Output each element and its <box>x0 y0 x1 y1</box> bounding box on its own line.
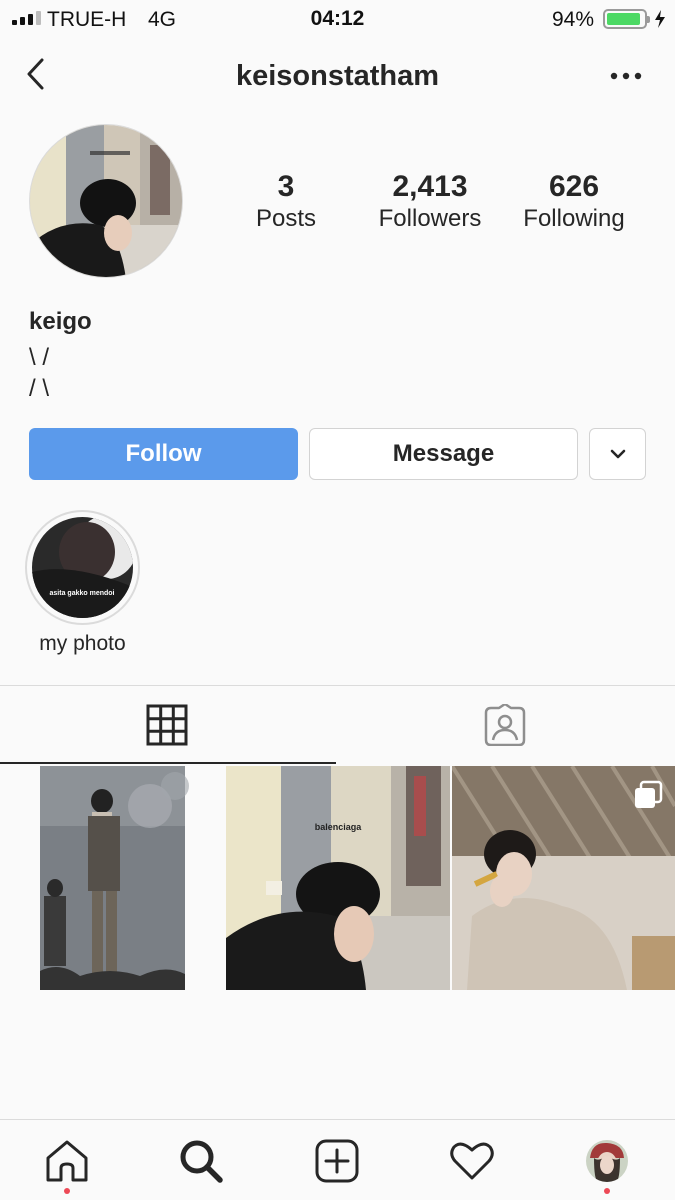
chevron-down-icon <box>610 449 625 459</box>
bolt-icon <box>655 10 665 28</box>
post-thumbnail[interactable]: balenciaga <box>226 766 450 990</box>
profile-avatar-icon[interactable] <box>586 1140 628 1182</box>
posts-stat[interactable]: 3 Posts <box>211 170 361 234</box>
following-count: 626 <box>548 170 600 203</box>
bottom-nav <box>0 1119 675 1200</box>
home-notification-dot <box>64 1188 70 1194</box>
followers-count: 2,413 <box>392 170 468 203</box>
heart-icon[interactable] <box>449 1138 495 1184</box>
story-highlight[interactable]: asita gakko mendoi <box>25 510 140 625</box>
profile-notification-dot <box>604 1188 610 1194</box>
following-stat[interactable]: 626 Following <box>499 170 649 234</box>
following-label: Following <box>523 205 625 232</box>
message-button[interactable]: Message <box>309 428 578 480</box>
follow-button[interactable]: Follow <box>29 428 298 480</box>
profile-full-name: keigo <box>29 308 92 335</box>
profile-bio: \ / / \ <box>29 344 50 402</box>
carousel-icon <box>635 780 663 808</box>
status-bar: TRUE-H 4G 04:12 94% <box>0 0 675 38</box>
posts-label: Posts <box>255 205 317 232</box>
profile-username-title: keisonstatham <box>235 60 440 92</box>
highlight-cover: asita gakko mendoi <box>32 517 133 618</box>
add-post-icon[interactable] <box>314 1138 360 1184</box>
tagged-user-icon[interactable] <box>483 704 527 746</box>
suggested-accounts-button[interactable] <box>589 428 646 480</box>
more-horizontal-icon[interactable] <box>606 68 646 84</box>
highlight-label: my photo <box>39 632 126 655</box>
home-icon[interactable] <box>44 1138 90 1184</box>
followers-label: Followers <box>378 205 482 232</box>
post-thumbnail[interactable] <box>452 766 675 990</box>
post-overlay-text: balenciaga <box>315 822 363 832</box>
search-icon[interactable] <box>178 1138 224 1184</box>
profile-avatar[interactable] <box>29 124 183 278</box>
post-thumbnail[interactable] <box>0 766 224 990</box>
highlight-cover-text: asita gakko mendoi <box>50 590 115 597</box>
battery-percent: 94% <box>552 8 595 31</box>
active-tab-indicator <box>0 762 336 764</box>
posts-count: 3 <box>277 170 295 203</box>
battery-icon <box>603 9 650 29</box>
followers-stat[interactable]: 2,413 Followers <box>355 170 505 234</box>
tabs-divider <box>0 685 675 686</box>
grid-icon[interactable] <box>146 704 188 746</box>
profile-header: keisonstatham <box>0 48 675 106</box>
